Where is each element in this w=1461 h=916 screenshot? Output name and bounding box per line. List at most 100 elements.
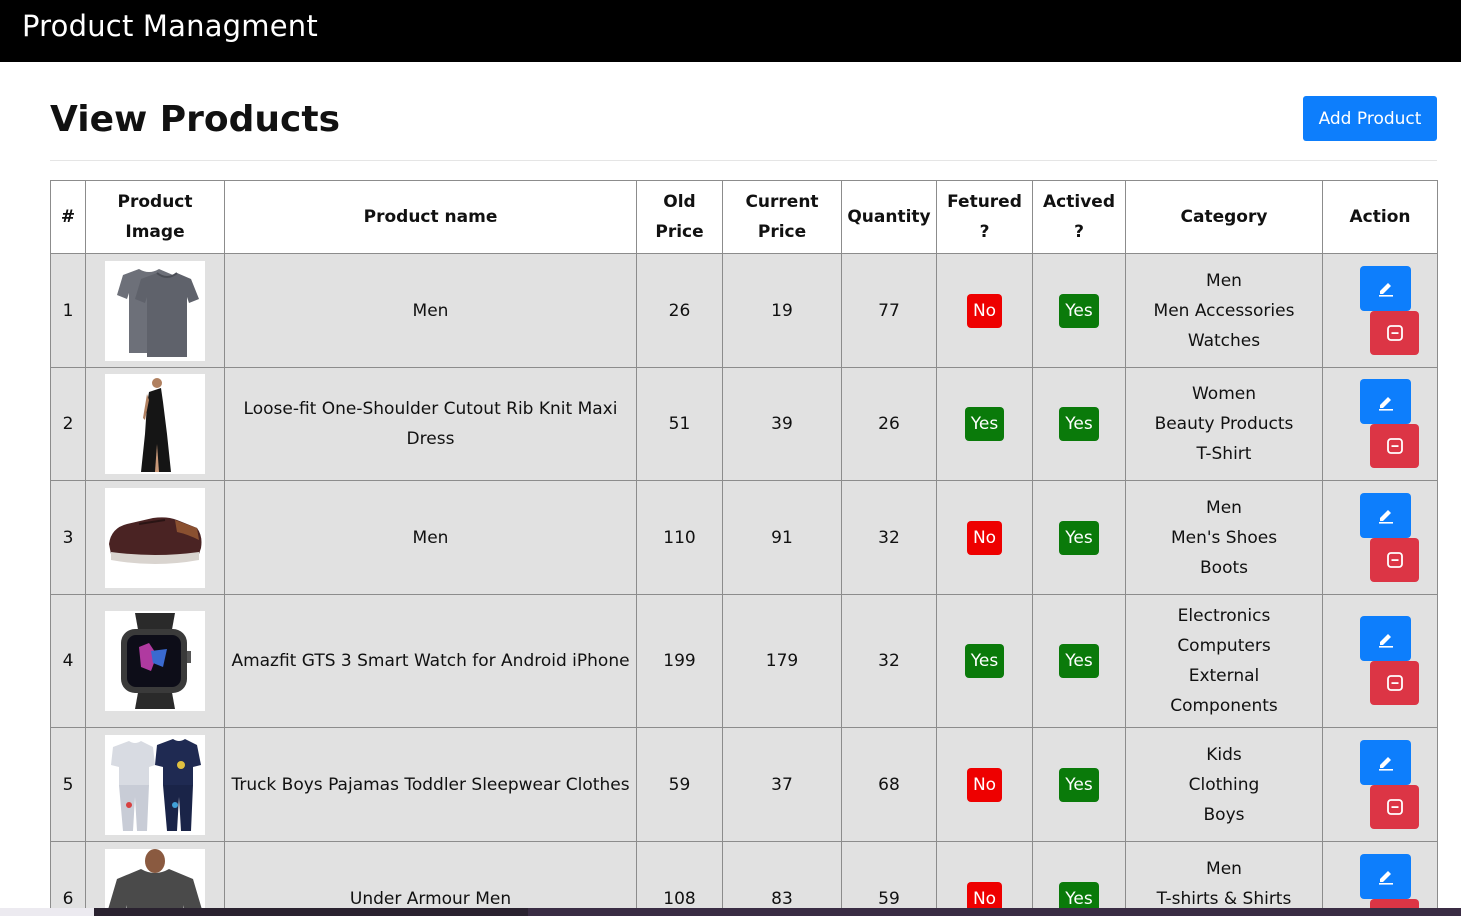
app-title[interactable]: Product Managment xyxy=(22,9,318,43)
header-featured: Fetured ? xyxy=(936,180,1033,254)
action-cell xyxy=(1322,841,1438,916)
product-image-cell xyxy=(85,727,225,842)
row-index: 3 xyxy=(50,480,86,595)
product-image-cell xyxy=(85,594,225,728)
category-cell: Men T-shirts & Shirts xyxy=(1125,841,1323,916)
pencil-icon xyxy=(1378,396,1393,411)
category-line: Men Accessories xyxy=(1153,300,1295,321)
old-price: 51 xyxy=(636,367,723,481)
row-index: 4 xyxy=(50,594,86,728)
quantity: 59 xyxy=(841,841,937,916)
minus-square-icon xyxy=(1386,551,1403,568)
category-line: T-Shirt xyxy=(1196,444,1252,464)
delete-button[interactable] xyxy=(1370,310,1419,355)
header-current-price: Current Price xyxy=(722,180,842,254)
delete-button[interactable] xyxy=(1370,661,1419,705)
category-line: Kids xyxy=(1206,744,1242,765)
category-line: Beauty Products xyxy=(1154,414,1294,434)
old-price: 199 xyxy=(636,594,723,728)
minus-square-icon xyxy=(1386,798,1403,815)
add-product-button[interactable]: Add Product xyxy=(1303,96,1437,141)
product-name: Amazfit GTS 3 Smart Watch for Android iP… xyxy=(224,594,637,728)
quantity: 32 xyxy=(841,480,937,595)
action-cell xyxy=(1322,727,1438,842)
category-cell: Kids Clothing Boys xyxy=(1125,727,1323,842)
category-line: Men's Shoes xyxy=(1170,527,1278,548)
category-line: Clothing xyxy=(1188,774,1260,795)
featured-cell: No xyxy=(936,841,1033,916)
current-price: 179 xyxy=(722,594,842,728)
edit-button[interactable] xyxy=(1360,739,1411,785)
product-image xyxy=(105,734,205,835)
category-line: Boys xyxy=(1203,804,1245,825)
action-buttons xyxy=(1329,616,1431,706)
action-buttons xyxy=(1329,379,1431,469)
quantity: 32 xyxy=(841,594,937,728)
minus-square-icon xyxy=(1386,324,1403,341)
featured-badge: No xyxy=(966,293,1003,328)
edit-button[interactable] xyxy=(1360,616,1411,661)
edit-button[interactable] xyxy=(1360,379,1411,424)
active-cell: Yes xyxy=(1032,594,1126,728)
category-line: Women xyxy=(1191,384,1256,404)
action-buttons xyxy=(1329,265,1431,356)
featured-cell: No xyxy=(936,480,1033,595)
category-line: Electronics xyxy=(1177,606,1271,626)
quantity: 77 xyxy=(841,253,937,368)
edit-button[interactable] xyxy=(1360,265,1411,311)
category-line: External xyxy=(1188,666,1260,686)
action-cell xyxy=(1322,367,1438,481)
old-price: 26 xyxy=(636,253,723,368)
page-title: View Products xyxy=(50,99,341,140)
current-price: 19 xyxy=(722,253,842,368)
featured-cell: Yes xyxy=(936,367,1033,481)
header-name: Product name xyxy=(224,180,637,254)
delete-button[interactable] xyxy=(1370,784,1419,829)
row-index: 5 xyxy=(50,727,86,842)
category-line: Watches xyxy=(1187,330,1261,351)
product-image xyxy=(105,611,205,711)
table-row: 4 Amazfit GTS 3 Smart Watch for Android … xyxy=(50,594,1438,728)
product-image xyxy=(105,260,205,361)
current-price: 83 xyxy=(722,841,842,916)
current-price: 39 xyxy=(722,367,842,481)
header-index: # xyxy=(50,180,86,254)
minus-square-icon xyxy=(1386,675,1403,691)
table-row: 6 Under Armour Men 108 83 59 No Yes Men … xyxy=(50,841,1438,916)
edit-button[interactable] xyxy=(1360,853,1411,899)
top-navbar: Product Managment xyxy=(0,0,1461,62)
featured-cell: Yes xyxy=(936,594,1033,728)
delete-button[interactable] xyxy=(1370,424,1419,468)
featured-badge: No xyxy=(966,767,1003,802)
category-cell: Men Men Accessories Watches xyxy=(1125,253,1323,368)
category-line: Men xyxy=(1206,270,1242,291)
category-cell: Men Men's Shoes Boots xyxy=(1125,480,1323,595)
edit-button[interactable] xyxy=(1360,492,1411,538)
active-badge: Yes xyxy=(1059,767,1099,802)
product-name: Loose-fit One-Shoulder Cutout Rib Knit M… xyxy=(224,367,637,481)
pencil-icon xyxy=(1378,633,1393,648)
pencil-icon xyxy=(1378,757,1393,771)
action-cell xyxy=(1322,480,1438,595)
featured-cell: No xyxy=(936,253,1033,368)
category-cell: Electronics Computers External Component… xyxy=(1125,594,1323,728)
minus-square-icon xyxy=(1386,438,1403,454)
old-price: 59 xyxy=(636,727,723,842)
category-line: Boots xyxy=(1200,557,1248,578)
active-badge: Yes xyxy=(1059,407,1099,441)
action-buttons xyxy=(1329,853,1431,916)
quantity: 68 xyxy=(841,727,937,842)
table-header-row: # Product Image Product name Old Price C… xyxy=(50,180,1438,254)
category-line: Components xyxy=(1170,696,1278,716)
product-image xyxy=(105,848,205,916)
old-price: 110 xyxy=(636,480,723,595)
delete-button[interactable] xyxy=(1370,537,1419,582)
current-price: 91 xyxy=(722,480,842,595)
header-quantity: Quantity xyxy=(841,180,937,254)
product-image-cell xyxy=(85,841,225,916)
taskbar-segment xyxy=(94,908,528,916)
active-cell: Yes xyxy=(1032,253,1126,368)
featured-badge: Yes xyxy=(964,644,1005,678)
pencil-icon xyxy=(1378,510,1393,524)
table-row: 5 Truck Boys Pajamas Toddler Sleepwear C… xyxy=(50,727,1438,842)
